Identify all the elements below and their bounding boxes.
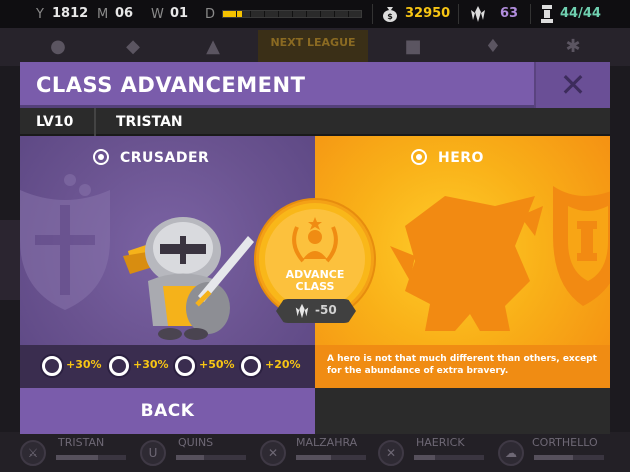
month-value: 06 <box>115 6 134 21</box>
hero-slot-icon: ⚔ <box>20 440 46 466</box>
bg-hero-bar <box>56 455 126 460</box>
year-label: Y <box>36 7 44 22</box>
defense-icon <box>40 354 64 378</box>
back-button[interactable]: BACK <box>20 388 315 434</box>
current-class-name: CRUSADER <box>120 150 210 166</box>
class-stats-row: +30% +30% +50% +20% <box>20 345 315 388</box>
next-class-name: HERO <box>438 150 484 166</box>
hero-slot-icon: U <box>140 440 166 466</box>
hero-silhouette-image <box>390 196 543 331</box>
roster-count: 44/44 <box>560 6 601 21</box>
roster-group-icon: ● <box>50 36 66 57</box>
hero-info-bar: LV10 TRISTAN <box>20 108 610 136</box>
bg-hero-name: QUINS <box>178 436 214 449</box>
close-button[interactable]: ✕ <box>534 62 610 108</box>
advance-cost-value: -50 <box>315 303 337 317</box>
top-status-bar: Y 1812 M 06 W 01 D $ 32950 63 44/44 <box>0 0 630 28</box>
stat-value: +50% <box>199 358 235 371</box>
bg-hero-bar <box>296 455 366 460</box>
bg-hero-name: MALZAHRA <box>296 436 358 449</box>
stat-value: +20% <box>265 358 301 371</box>
next-league-label: NEXT LEAGUE <box>270 36 356 49</box>
hero-class-icon <box>411 149 427 165</box>
next-league-tab: NEXT LEAGUE <box>258 30 368 66</box>
gold-value: 32950 <box>405 6 451 21</box>
hero-name: TRISTAN <box>116 114 183 130</box>
attack-icon <box>107 354 131 378</box>
bg-hero-bar <box>176 455 246 460</box>
hero-slot-icon: ✕ <box>260 440 286 466</box>
bg-hero-name: CORTHELLO <box>532 436 598 449</box>
health-icon <box>239 354 263 378</box>
week-label: W <box>151 7 164 22</box>
month-label: M <box>97 7 109 22</box>
speed-icon <box>173 354 197 378</box>
next-class-description: A hero is not that much different than o… <box>327 354 597 376</box>
week-value: 01 <box>170 6 189 21</box>
class-description-row: A hero is not that much different than o… <box>315 345 610 388</box>
year-value: 1812 <box>52 6 89 21</box>
shield-nav-icon: ◆ <box>126 36 140 57</box>
dialog-title: CLASS ADVANCEMENT <box>36 73 306 97</box>
laurel-avatar-icon[interactable] <box>285 217 345 269</box>
advance-cost-badge: -50 <box>276 299 356 323</box>
day-progress-bar <box>222 10 362 18</box>
hero-level: LV10 <box>20 108 96 136</box>
advance-label-line2[interactable]: CLASS <box>259 281 371 293</box>
svg-text:$: $ <box>387 12 393 21</box>
roster-trophy-icon <box>541 5 553 23</box>
hero-slot-icon: ☁ <box>498 440 524 466</box>
close-icon[interactable]: ✕ <box>560 66 587 104</box>
scroll-nav-icon: ■ <box>404 36 422 57</box>
bg-hero-bar <box>414 455 484 460</box>
stat-value: +30% <box>133 358 169 371</box>
dialog-footer-filler <box>315 388 610 434</box>
gold-bag-icon: $ <box>383 7 397 22</box>
hero-slot-icon: ✕ <box>378 440 404 466</box>
day-label: D <box>205 7 216 22</box>
background-side-decor <box>0 220 20 300</box>
dialog-title-bar: CLASS ADVANCEMENT ✕ <box>20 62 610 108</box>
gem-crystal-icon <box>471 6 485 22</box>
gem-crystal-icon <box>295 303 309 319</box>
bg-hero-name: HAERICK <box>416 436 465 449</box>
bg-hero-bar <box>534 455 604 460</box>
stat-value: +30% <box>66 358 102 371</box>
bg-hero-name: TRISTAN <box>58 436 105 449</box>
class-advancement-dialog: CLASS ADVANCEMENT ✕ LV10 TRISTAN CRUSADE… <box>20 62 610 434</box>
gem-value: 63 <box>500 6 519 21</box>
trophy-nav-icon: ♦ <box>484 36 502 57</box>
crusader-class-icon <box>93 149 109 165</box>
crusader-crest-icon <box>20 174 110 310</box>
gear-nav-icon: ✱ <box>565 36 581 57</box>
crusader-knight-image <box>123 217 254 340</box>
building-nav-icon: ▲ <box>206 36 220 57</box>
